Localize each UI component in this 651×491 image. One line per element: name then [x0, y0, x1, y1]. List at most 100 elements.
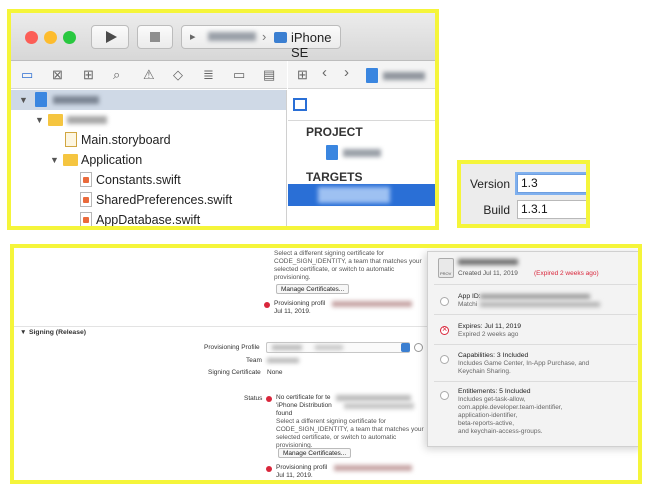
- divider: [434, 314, 637, 315]
- build-label: Build: [483, 203, 510, 217]
- version-label: Version: [469, 177, 510, 191]
- disclosure-down-icon[interactable]: ▼: [35, 110, 44, 130]
- sidebar-toggle-icon[interactable]: [293, 98, 307, 111]
- matching-label: Matchi: [458, 301, 478, 308]
- project-name-redacted: [53, 96, 99, 104]
- status-message: No certificate for te'iPhone Distributio…: [276, 394, 332, 417]
- tree-item-project[interactable]: ▼: [11, 90, 286, 110]
- divider: [434, 284, 637, 285]
- error-detail-redacted: [332, 301, 412, 307]
- status-detail-redacted: [336, 395, 411, 401]
- file-label: Constants.swift: [96, 173, 181, 187]
- entitlements-detail: application-identifier,: [458, 412, 518, 419]
- provisioning-error-date: Jul 11, 2019.: [276, 472, 313, 479]
- project-icon: [366, 68, 378, 83]
- breakpoint-icon[interactable]: ▭: [233, 68, 245, 82]
- signing-certificate-value: None: [267, 369, 283, 376]
- stop-button[interactable]: [137, 25, 173, 49]
- tree-item-file[interactable]: Constants.swift: [11, 170, 286, 190]
- folder-label: Application: [81, 153, 143, 167]
- divider: [434, 344, 637, 345]
- version-field[interactable]: 1.3: [517, 174, 586, 193]
- forward-icon[interactable]: ›: [344, 65, 349, 80]
- disclosure-down-icon[interactable]: ▼: [20, 329, 26, 336]
- tree-item-folder[interactable]: ▼ Application: [11, 150, 286, 170]
- back-icon[interactable]: ‹: [322, 65, 327, 80]
- tree-item-file[interactable]: SharedPreferences.swift: [11, 190, 286, 210]
- entitlements-detail: beta-reports-active,: [458, 420, 514, 427]
- test-icon[interactable]: ◇: [173, 68, 183, 82]
- folder-icon: [63, 154, 78, 166]
- disclosure-down-icon[interactable]: ▼: [19, 90, 28, 110]
- section-title: Signing (Release): [29, 329, 87, 336]
- profile-value-redacted: [315, 345, 343, 350]
- profile-name-redacted: [458, 259, 518, 265]
- provisioning-error-date: Jul 11, 2019.: [274, 308, 311, 315]
- storyboard-icon: [65, 132, 77, 147]
- check-icon: [440, 391, 449, 400]
- project-navigator: ▼ ▼ Main.storyboard ▼ Application Consta…: [11, 90, 287, 226]
- device-label: iPhone SE: [291, 30, 332, 60]
- source-control-icon[interactable]: ⊠: [52, 68, 63, 82]
- folder-icon[interactable]: ▭: [21, 68, 33, 82]
- zoom-window-button[interactable]: [63, 31, 76, 44]
- tree-item-file[interactable]: AppDatabase.swift: [11, 210, 286, 226]
- project-icon: [35, 92, 47, 107]
- expires-subtitle: Expired 2 weeks ago: [458, 331, 519, 338]
- device-icon: [274, 32, 287, 43]
- disclosure-down-icon[interactable]: ▼: [50, 150, 59, 170]
- error-detail-redacted: [334, 465, 412, 471]
- target-row-selected[interactable]: [288, 184, 435, 206]
- expires-title: Expires: Jul 11, 2019: [458, 323, 521, 330]
- toolbar: ▸ › iPhone SE: [11, 13, 435, 61]
- build-field[interactable]: 1.3.1: [517, 200, 586, 219]
- provisioning-profile-select[interactable]: [266, 342, 410, 353]
- provisioning-error-text: Provisioning profil: [276, 464, 328, 471]
- identity-panel: Version 1.3 Build 1.3.1: [457, 160, 590, 228]
- swift-file-icon: [80, 192, 92, 207]
- report-icon[interactable]: ▤: [263, 68, 275, 82]
- hierarchy-icon[interactable]: ⊞: [83, 68, 94, 82]
- entitlements-detail: and keychain-access-groups.: [458, 428, 543, 435]
- tree-item-file[interactable]: Main.storyboard: [11, 130, 286, 150]
- manage-certificates-button[interactable]: Manage Certificates...: [276, 284, 350, 294]
- folder-icon: [48, 114, 63, 126]
- status-hint: Select a different signing certificate f…: [276, 418, 424, 449]
- minimize-window-button[interactable]: [44, 31, 57, 44]
- check-icon: [440, 297, 449, 306]
- close-window-button[interactable]: [25, 31, 38, 44]
- provisioning-profile-icon: PROV: [438, 258, 454, 278]
- search-icon[interactable]: ⌕: [113, 68, 120, 82]
- chevron-updown-icon: [401, 343, 410, 352]
- profile-expired-note: (Expired 2 weeks ago): [534, 270, 599, 277]
- tree-item-group[interactable]: ▼: [11, 110, 286, 130]
- manage-certificates-button[interactable]: Manage Certificates...: [278, 448, 352, 458]
- run-button[interactable]: [91, 25, 129, 49]
- jump-bar: ⊞ ‹ ›: [288, 61, 435, 89]
- project-entry-redacted[interactable]: [343, 149, 381, 157]
- capabilities-detail: Includes Game Center, In-App Purchase, a…: [458, 360, 590, 367]
- divider: [288, 120, 435, 121]
- capabilities-title: Capabilities: 3 Included: [458, 352, 529, 359]
- provisioning-profile-label: Provisioning Profile: [204, 344, 260, 351]
- app-id-redacted: [480, 294, 590, 299]
- grid-icon[interactable]: ⊞: [297, 68, 308, 82]
- app-id-label: App ID:: [458, 293, 481, 300]
- debug-icon[interactable]: ≣: [203, 68, 214, 82]
- xcode-window-panel: ▸ › iPhone SE ▭ ⊠ ⊞ ⌕ ⚠ ◇ ≣ ▭ ▤ ▼ ▼ Main…: [7, 9, 439, 230]
- error-circle-icon: [440, 324, 449, 335]
- signing-hint-top: Select a different signing certificate f…: [274, 250, 422, 281]
- group-name-redacted: [67, 116, 107, 124]
- scheme-selector[interactable]: ▸ › iPhone SE: [181, 25, 341, 60]
- check-icon: [440, 355, 449, 364]
- file-label: Main.storyboard: [81, 133, 171, 147]
- capabilities-detail: Keychain Sharing.: [458, 368, 511, 375]
- project-section-header: PROJECT: [306, 125, 363, 139]
- swift-file-icon: [80, 212, 92, 226]
- breadcrumb-redacted: [383, 72, 425, 80]
- file-label: SharedPreferences.swift: [96, 193, 233, 207]
- app-scheme-icon: ▸: [190, 31, 196, 43]
- warning-icon[interactable]: ⚠: [143, 68, 155, 82]
- info-icon[interactable]: [414, 343, 423, 352]
- project-editor: PROJECT TARGETS: [288, 90, 435, 226]
